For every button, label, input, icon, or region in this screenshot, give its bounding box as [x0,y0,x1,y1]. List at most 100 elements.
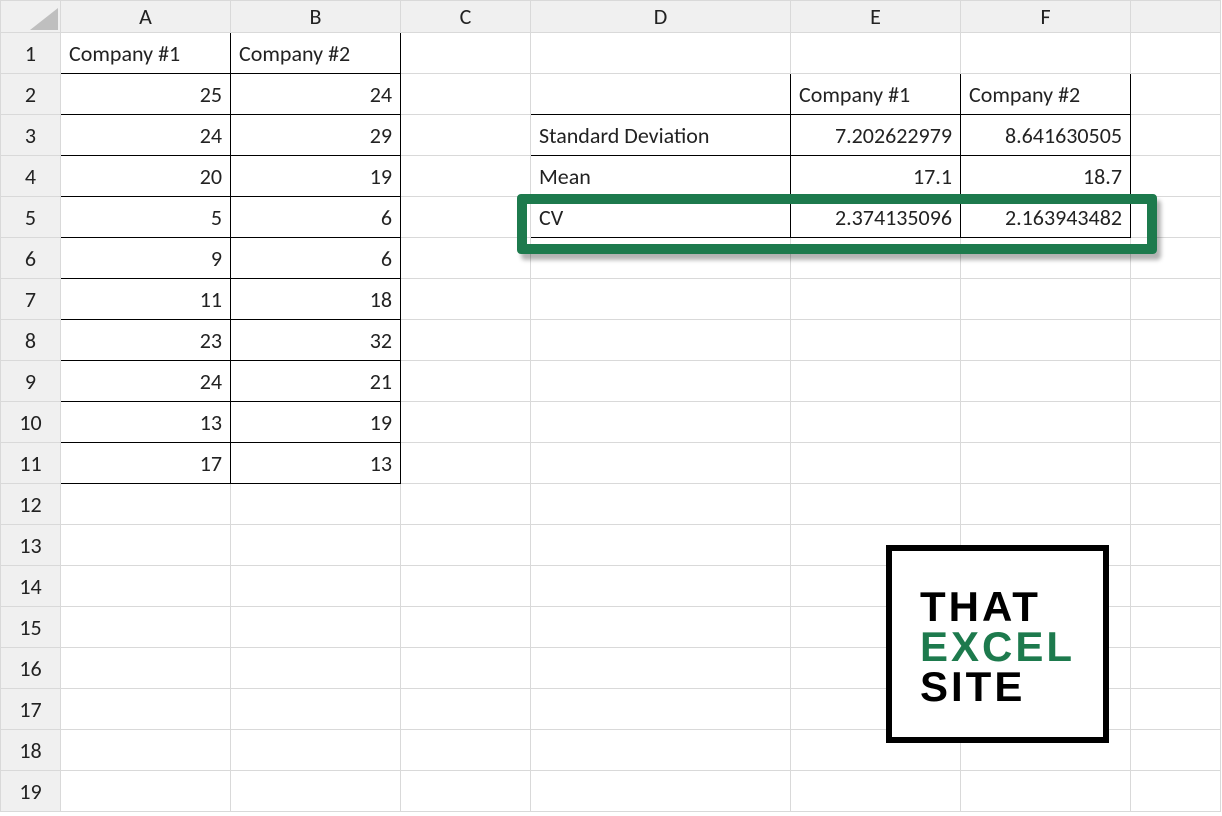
cell-C5[interactable] [401,197,531,238]
cell-A10[interactable]: 13 [61,402,231,443]
row-header-16[interactable]: 16 [1,648,61,689]
cell-G12[interactable] [1131,484,1221,525]
cell-C6[interactable] [401,238,531,279]
cell-F7[interactable] [961,279,1131,320]
cell-A6[interactable]: 9 [61,238,231,279]
cell-B10[interactable]: 19 [231,402,401,443]
cell-D19[interactable] [531,771,791,812]
cell-A7[interactable]: 11 [61,279,231,320]
row-header-9[interactable]: 9 [1,361,61,402]
col-header-D[interactable]: D [531,1,791,33]
cell-G19[interactable] [1131,771,1221,812]
cell-D8[interactable] [531,320,791,361]
cell-G14[interactable] [1131,566,1221,607]
row-header-19[interactable]: 19 [1,771,61,812]
cell-A8[interactable]: 23 [61,320,231,361]
cell-D12[interactable] [531,484,791,525]
cell-G8[interactable] [1131,320,1221,361]
cell-C19[interactable] [401,771,531,812]
row-header-15[interactable]: 15 [1,607,61,648]
col-header-C[interactable]: C [401,1,531,33]
cell-A16[interactable] [61,648,231,689]
row-header-3[interactable]: 3 [1,115,61,156]
col-header-E[interactable]: E [791,1,961,33]
cell-D5[interactable]: CV [531,197,791,238]
cell-E1[interactable] [791,33,961,74]
cell-C8[interactable] [401,320,531,361]
cell-A13[interactable] [61,525,231,566]
cell-F6[interactable] [961,238,1131,279]
cell-B19[interactable] [231,771,401,812]
cell-E19[interactable] [791,771,961,812]
cell-C2[interactable] [401,74,531,115]
cell-G7[interactable] [1131,279,1221,320]
row-header-5[interactable]: 5 [1,197,61,238]
cell-C9[interactable] [401,361,531,402]
cell-D13[interactable] [531,525,791,566]
cell-A11[interactable]: 17 [61,443,231,484]
cell-D18[interactable] [531,730,791,771]
row-header-2[interactable]: 2 [1,74,61,115]
cell-A3[interactable]: 24 [61,115,231,156]
cell-A9[interactable]: 24 [61,361,231,402]
cell-D1[interactable] [531,33,791,74]
cell-B1[interactable]: Company #2 [231,33,401,74]
cell-B4[interactable]: 19 [231,156,401,197]
cell-B14[interactable] [231,566,401,607]
cell-G17[interactable] [1131,689,1221,730]
cell-C15[interactable] [401,607,531,648]
cell-B11[interactable]: 13 [231,443,401,484]
cell-D7[interactable] [531,279,791,320]
row-header-14[interactable]: 14 [1,566,61,607]
cell-B16[interactable] [231,648,401,689]
cell-F9[interactable] [961,361,1131,402]
cell-G11[interactable] [1131,443,1221,484]
cell-D2[interactable] [531,74,791,115]
cell-E12[interactable] [791,484,961,525]
row-header-7[interactable]: 7 [1,279,61,320]
cell-A5[interactable]: 5 [61,197,231,238]
cell-D4[interactable]: Mean [531,156,791,197]
cell-E3[interactable]: 7.202622979 [791,115,961,156]
row-header-8[interactable]: 8 [1,320,61,361]
row-header-4[interactable]: 4 [1,156,61,197]
cell-C14[interactable] [401,566,531,607]
cell-B6[interactable]: 6 [231,238,401,279]
cell-E8[interactable] [791,320,961,361]
cell-B18[interactable] [231,730,401,771]
cell-F19[interactable] [961,771,1131,812]
row-header-17[interactable]: 17 [1,689,61,730]
cell-B13[interactable] [231,525,401,566]
select-all-corner[interactable] [1,1,61,33]
cell-D16[interactable] [531,648,791,689]
cell-B12[interactable] [231,484,401,525]
cell-C7[interactable] [401,279,531,320]
cell-F3[interactable]: 8.641630505 [961,115,1131,156]
cell-F2[interactable]: Company #2 [961,74,1131,115]
cell-C11[interactable] [401,443,531,484]
cell-D3[interactable]: Standard Deviation [531,115,791,156]
cell-F1[interactable] [961,33,1131,74]
cell-C3[interactable] [401,115,531,156]
row-header-10[interactable]: 10 [1,402,61,443]
cell-A1[interactable]: Company #1 [61,33,231,74]
cell-G10[interactable] [1131,402,1221,443]
cell-B8[interactable]: 32 [231,320,401,361]
col-header-blank[interactable] [1131,1,1221,33]
cell-A17[interactable] [61,689,231,730]
row-header-11[interactable]: 11 [1,443,61,484]
cell-A14[interactable] [61,566,231,607]
cell-C13[interactable] [401,525,531,566]
cell-F8[interactable] [961,320,1131,361]
cell-E6[interactable] [791,238,961,279]
cell-C18[interactable] [401,730,531,771]
cell-E4[interactable]: 17.1 [791,156,961,197]
row-header-1[interactable]: 1 [1,33,61,74]
cell-B9[interactable]: 21 [231,361,401,402]
cell-A12[interactable] [61,484,231,525]
cell-B5[interactable]: 6 [231,197,401,238]
cell-A18[interactable] [61,730,231,771]
cell-G18[interactable] [1131,730,1221,771]
col-header-F[interactable]: F [961,1,1131,33]
cell-D10[interactable] [531,402,791,443]
